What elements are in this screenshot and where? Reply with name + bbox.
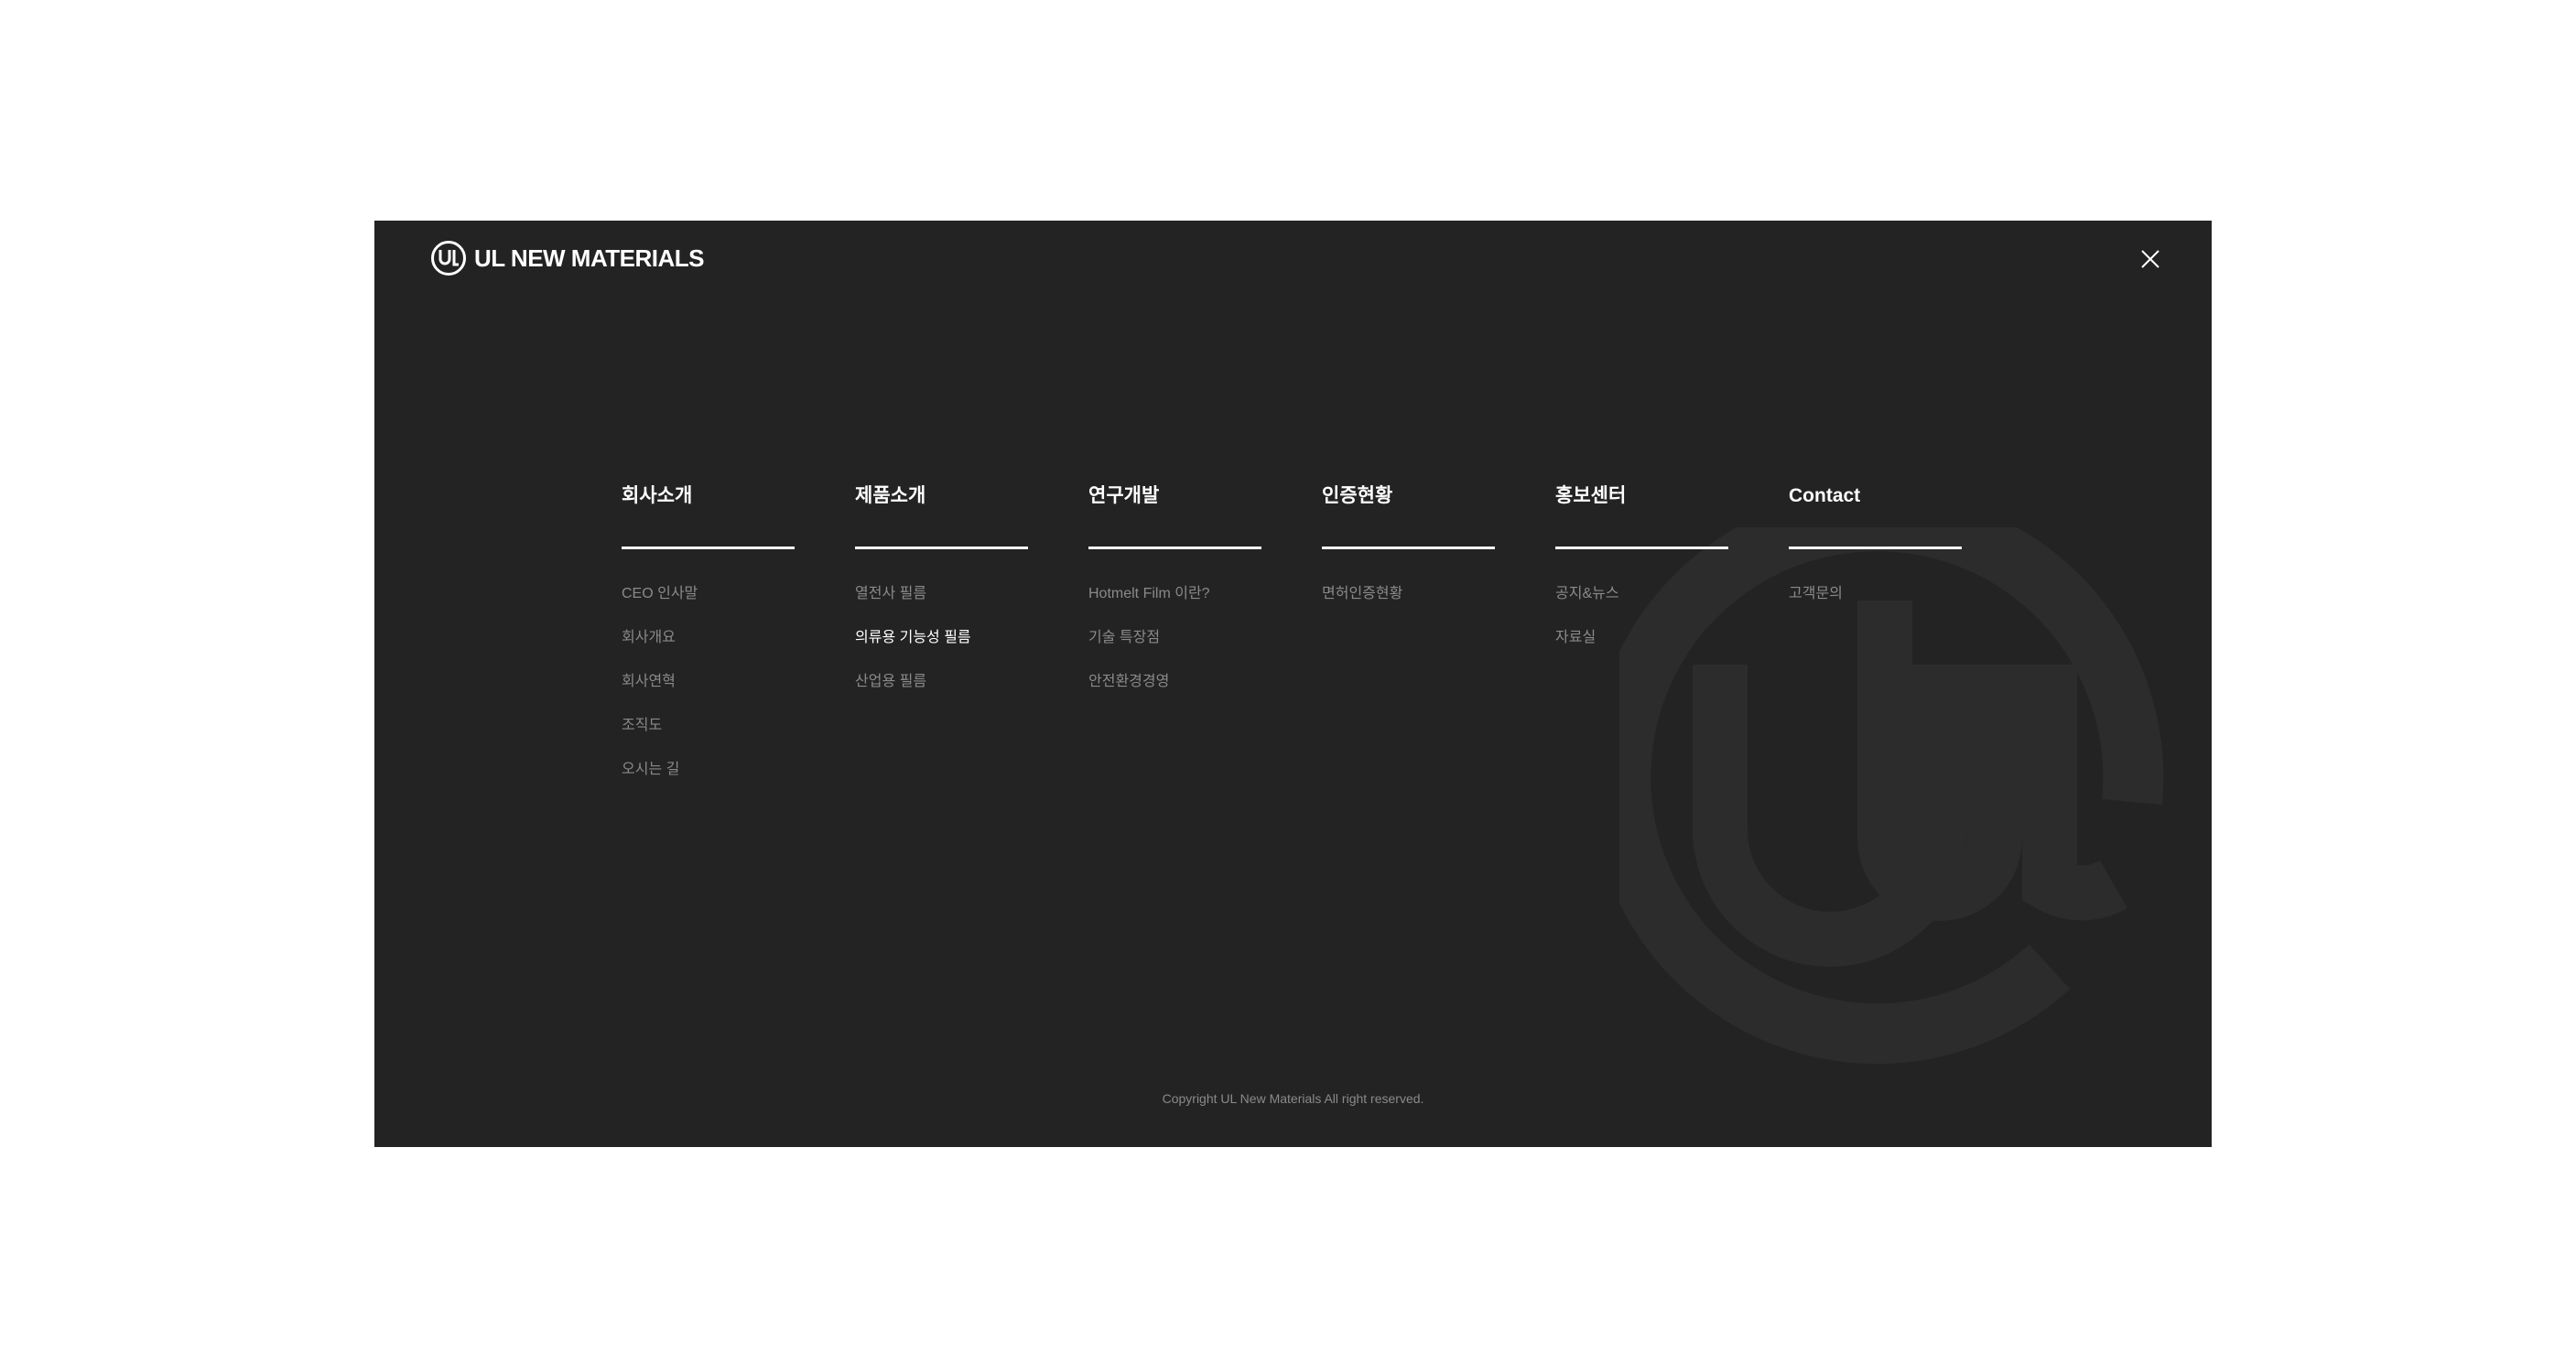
menu-link[interactable]: 기술 특장점 (1088, 627, 1261, 649)
menu-items: 고객문의 (1789, 583, 1962, 605)
copyright-text: Copyright UL New Materials All right res… (1162, 1091, 1424, 1106)
brand-name: UL NEW MATERIALS (474, 244, 705, 272)
brand-logo[interactable]: UL NEW MATERIALS (430, 240, 705, 276)
menu-items: CEO 인사말 회사개요 회사연혁 조직도 오시는 길 (622, 583, 795, 781)
sitemap-menu: 회사소개 CEO 인사말 회사개요 회사연혁 조직도 오시는 길 제품소개 열전… (622, 482, 1962, 803)
menu-link[interactable]: 열전사 필름 (855, 583, 1028, 605)
menu-column-company: 회사소개 CEO 인사말 회사개요 회사연혁 조직도 오시는 길 (622, 482, 795, 803)
menu-divider (855, 547, 1028, 549)
menu-divider (1088, 547, 1261, 549)
menu-title[interactable]: 회사소개 (622, 482, 795, 510)
menu-items: 공지&뉴스 자료실 (1555, 583, 1728, 649)
menu-column-pr-center: 홍보센터 공지&뉴스 자료실 (1555, 482, 1728, 803)
menu-divider (1789, 547, 1962, 549)
menu-column-products: 제품소개 열전사 필름 의류용 기능성 필름 산업용 필름 (855, 482, 1028, 803)
menu-link[interactable]: CEO 인사말 (622, 583, 795, 605)
sitemap-overlay: UL NEW MATERIALS 회사소개 CEO 인사말 회사개요 회사연혁 … (374, 221, 2212, 1147)
menu-link[interactable]: 오시는 길 (622, 759, 795, 781)
menu-link[interactable]: 고객문의 (1789, 583, 1962, 605)
menu-divider (1322, 547, 1495, 549)
menu-items: Hotmelt Film 이란? 기술 특장점 안전환경경영 (1088, 583, 1261, 693)
menu-link[interactable]: 안전환경경영 (1088, 671, 1261, 693)
menu-column-research: 연구개발 Hotmelt Film 이란? 기술 특장점 안전환경경영 (1088, 482, 1261, 803)
menu-link[interactable]: 공지&뉴스 (1555, 583, 1728, 605)
menu-column-contact: Contact 고객문의 (1789, 482, 1962, 803)
menu-link[interactable]: 산업용 필름 (855, 671, 1028, 693)
menu-link[interactable]: 자료실 (1555, 627, 1728, 649)
menu-column-certification: 인증현황 면허인증현황 (1322, 482, 1495, 803)
menu-link[interactable]: Hotmelt Film 이란? (1088, 583, 1261, 605)
menu-link[interactable]: 회사연혁 (622, 671, 795, 693)
menu-title[interactable]: 홍보센터 (1555, 482, 1728, 510)
menu-items: 열전사 필름 의류용 기능성 필름 산업용 필름 (855, 583, 1028, 693)
ul-monogram-icon (431, 241, 466, 276)
menu-link[interactable]: 회사개요 (622, 627, 795, 649)
menu-divider (622, 547, 795, 549)
menu-title[interactable]: 연구개발 (1088, 482, 1261, 510)
menu-title[interactable]: 인증현황 (1322, 482, 1495, 510)
close-icon (2141, 250, 2159, 268)
close-button[interactable] (2130, 239, 2170, 279)
menu-link[interactable]: 면허인증현황 (1322, 583, 1495, 605)
menu-title[interactable]: 제품소개 (855, 482, 1028, 510)
menu-link[interactable]: 조직도 (622, 715, 795, 737)
menu-items: 면허인증현황 (1322, 583, 1495, 605)
menu-divider (1555, 547, 1728, 549)
menu-link-active[interactable]: 의류용 기능성 필름 (855, 627, 1028, 649)
menu-title[interactable]: Contact (1789, 482, 1962, 510)
